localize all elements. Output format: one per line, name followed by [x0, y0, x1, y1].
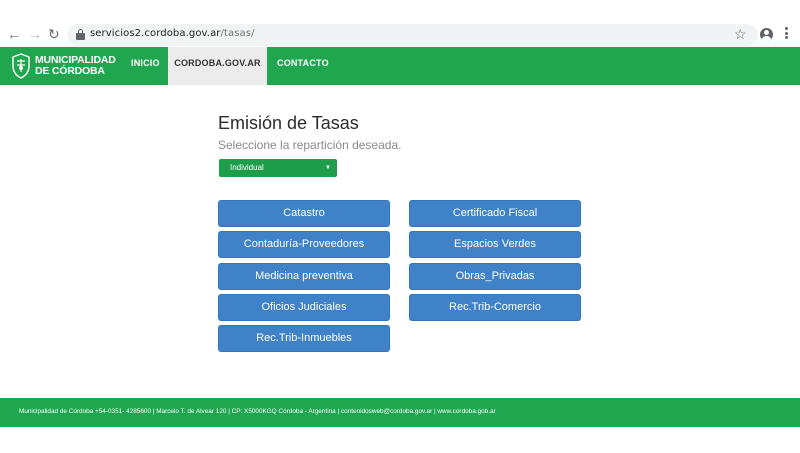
rec-trib-inmuebles-button[interactable]: Rec.Trib-Inmuebles — [218, 325, 390, 352]
oficios-judiciales-button[interactable]: Oficios Judiciales — [218, 294, 390, 321]
crest-icon — [12, 53, 30, 79]
back-arrow-icon[interactable]: ← — [7, 26, 21, 42]
forward-arrow-icon[interactable]: → — [28, 26, 42, 42]
nav-contacto[interactable]: CONTACTO — [277, 47, 329, 85]
page-title: Emisión de Tasas — [218, 113, 359, 133]
catastro-button[interactable]: Catastro — [218, 200, 390, 227]
nav-cordoba-gov-ar[interactable]: CORDOBA.GOV.AR — [168, 47, 267, 85]
logo-text: MUNICIPALIDAD DE CÓRDOBA — [35, 55, 116, 77]
bookmark-star-icon[interactable]: ☆ — [734, 26, 747, 42]
medicina-preventiva-button[interactable]: Medicina preventiva — [218, 263, 390, 290]
url-path: /tasas/ — [220, 28, 255, 39]
certificado-fiscal-button[interactable]: Certificado Fiscal — [409, 200, 581, 227]
browser-toolbar: ← → ↻ servicios2.cordoba.gov.ar/tasas/ ☆ — [0, 0, 800, 46]
logo-line-2: DE CÓRDOBA — [35, 65, 105, 77]
url-host: servicios2.cordoba.gov.ar — [90, 28, 221, 39]
site-footer: Municipalidad de Córdoba +54-0351- 42856… — [0, 398, 800, 427]
footer-contact-text: Municipalidad de Córdoba +54-0351- 42856… — [19, 408, 496, 415]
espacios-verdes-button[interactable]: Espacios Verdes — [409, 231, 581, 258]
contaduria-proveedores-button[interactable]: Contaduría-Proveedores — [218, 231, 390, 258]
rec-trib-comercio-button[interactable]: Rec.Trib-Comercio — [409, 294, 581, 321]
reload-icon[interactable]: ↻ — [48, 26, 60, 42]
address-bar[interactable]: servicios2.cordoba.gov.ar/tasas/ — [68, 24, 758, 46]
profile-icon[interactable] — [760, 28, 773, 41]
page-subtitle: Seleccione la repartición deseada. — [218, 138, 402, 152]
url-text[interactable]: servicios2.cordoba.gov.ar/tasas/ — [90, 28, 255, 39]
lock-icon — [76, 29, 85, 40]
nav-inicio[interactable]: INICIO — [131, 47, 160, 85]
site-header: MUNICIPALIDAD DE CÓRDOBA INICIO CORDOBA.… — [0, 47, 800, 85]
municipalidad-logo[interactable]: MUNICIPALIDAD DE CÓRDOBA — [10, 51, 116, 81]
dropdown-caret-icon: ▼ — [325, 165, 331, 171]
reparticion-select[interactable]: Individual ▼ — [219, 159, 337, 177]
browser-menu-icon[interactable] — [785, 27, 788, 41]
select-value: Individual — [230, 163, 264, 172]
obras-privadas-button[interactable]: Obras_Privadas — [409, 263, 581, 290]
